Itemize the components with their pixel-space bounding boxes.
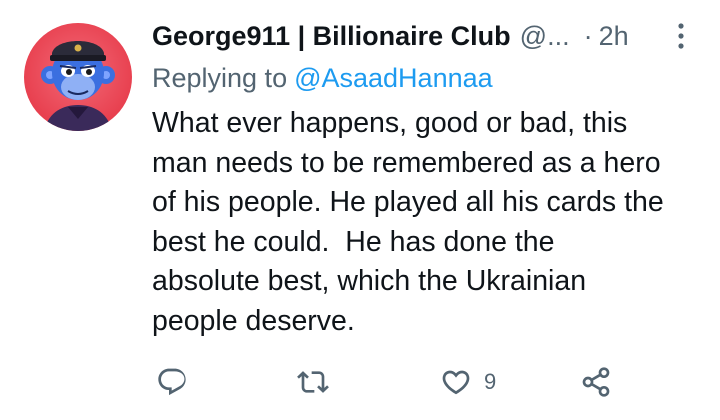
replying-label: Replying to [152, 62, 288, 93]
tweet-text-line: absolute best, which the Ukrainian [152, 265, 587, 297]
tweet-text-line: of his people. He played all his cards t… [152, 186, 664, 218]
like-button[interactable]: 9 [440, 362, 496, 402]
tweet-text-line: best he could. He has done the [152, 225, 555, 258]
tweet-text-line: people deserve. [152, 304, 355, 337]
more-vertical-icon [678, 23, 684, 49]
display-name[interactable]: George911 | Billionaire Club [152, 21, 511, 52]
replying-to: Replying to @AsaadHannaa [152, 58, 493, 98]
avatar[interactable] [24, 23, 132, 131]
reply-button[interactable] [156, 362, 188, 402]
reply-icon [158, 368, 186, 396]
share-button[interactable] [580, 362, 612, 402]
user-handle[interactable]: @... [520, 21, 570, 52]
like-count: 9 [484, 369, 497, 394]
tweet-timestamp[interactable]: 2h [599, 21, 629, 52]
tweet-header: George911 | Billionaire Club @... · 2h [152, 14, 629, 58]
tweet-text-line: What ever happens, good or bad, this [152, 107, 628, 139]
heart-icon [442, 370, 470, 395]
ape-avatar-icon [41, 41, 115, 131]
tweet[interactable]: George911 | Billionaire Club @... · 2h R… [0, 0, 720, 420]
share-icon [582, 367, 610, 397]
replying-to-mention[interactable]: @AsaadHannaa [294, 63, 493, 94]
tweet-text-line: man needs to be remembered as a hero [152, 146, 661, 179]
retweet-icon [297, 371, 329, 393]
more-options-button[interactable] [668, 20, 694, 52]
tweet-text: What ever happens, good or bad, this man… [152, 104, 712, 341]
tweet-actions: 9 [152, 362, 622, 402]
retweet-button[interactable] [297, 362, 329, 402]
separator-dot: · [583, 20, 593, 51]
